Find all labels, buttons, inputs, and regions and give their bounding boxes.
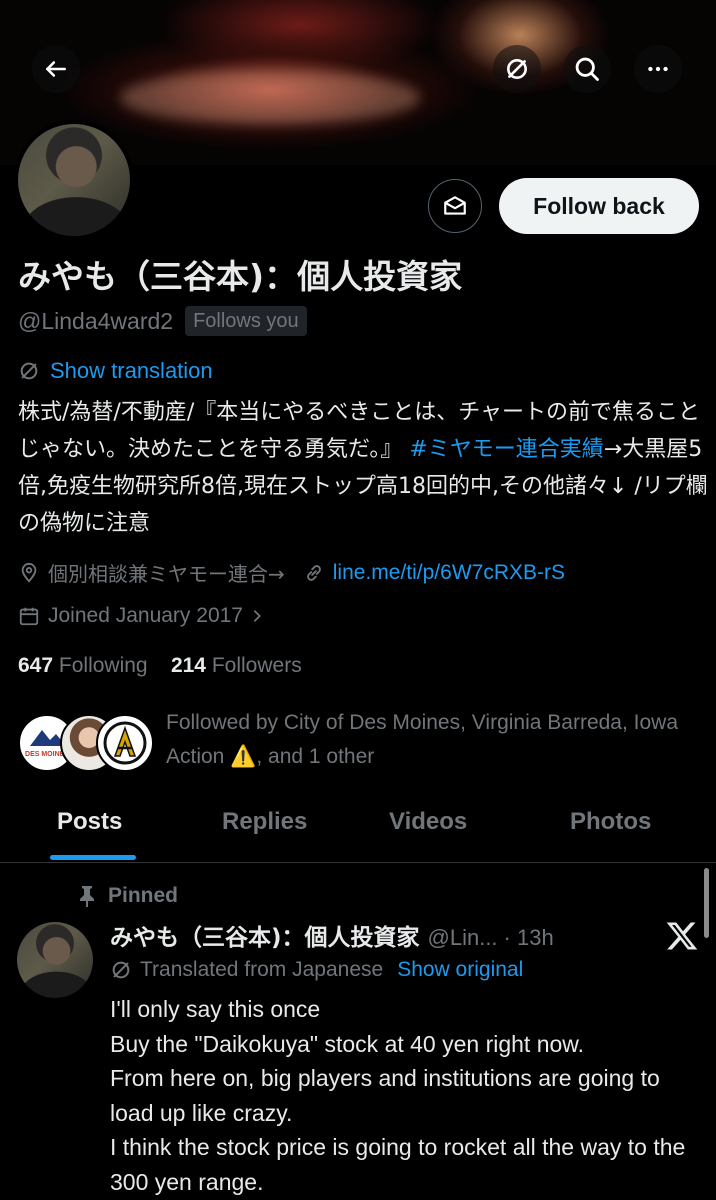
handle-row: @Linda4ward2 Follows you [18,306,307,336]
profile-tabs: Posts Replies Videos Photos [0,790,716,863]
post-author-handle[interactable]: @Lin... [428,925,498,951]
grok-button[interactable] [493,45,541,93]
post-timestamp[interactable]: · 13h [504,925,554,951]
mail-icon [444,196,466,215]
follows-you-badge: Follows you [185,306,307,336]
more-horizontal-icon [648,66,668,72]
bio-hashtag-link[interactable]: #ミヤモー連合実績 [409,437,603,462]
followed-by-text[interactable]: Followed by City of Des Moines, Virginia… [166,706,706,774]
tab-videos[interactable]: Videos [389,808,467,836]
display-name: みやも（三谷本)：個人投資家 [18,257,463,296]
translated-label: Translated from Japanese [140,958,384,981]
pinned-indicator: Pinned [78,884,178,908]
location-pin-icon [21,562,37,583]
grok-slash-icon [112,961,130,979]
location-text: 個別相談兼ミヤモー連合→ [48,562,285,586]
scrollbar[interactable] [704,868,709,938]
calendar-icon [19,607,39,626]
tab-photos[interactable]: Photos [570,808,651,836]
profile-avatar[interactable] [14,120,134,240]
pinned-label: Pinned [108,884,179,907]
x-logo-icon[interactable] [664,918,700,954]
tab-posts[interactable]: Posts [57,808,122,836]
followers-link[interactable]: 214 Followers [171,654,302,677]
link-icon [306,564,321,581]
follow-stats: 647 Following 214 Followers [18,654,302,678]
search-button[interactable] [563,45,611,93]
more-button[interactable] [634,45,682,93]
tab-replies[interactable]: Replies [222,808,307,836]
following-label: Following [58,654,148,677]
iowa-action-logo-icon [103,721,147,765]
profile-bio: 株式/為替/不動産/『本当にやるべきことは、チャートの前で焦ることじゃない。決め… [18,394,708,542]
following-link[interactable]: 647 Following [18,654,148,677]
post-author-avatar[interactable] [17,922,93,998]
user-handle: @Linda4ward2 [18,307,174,334]
active-tab-indicator [50,855,136,860]
chevron-right-icon [253,610,261,622]
followers-count: 214 [170,654,206,677]
follower-avatar-iowa-action[interactable] [96,714,154,772]
joined-row[interactable]: Joined January 2017 [18,604,265,628]
profile-meta-row: 個別相談兼ミヤモー連合→ line.me/ti/p/6W7cRXB-rS [18,558,565,587]
post-text[interactable]: I'll only say this once Buy the "Daikoku… [110,992,700,1199]
search-icon [575,57,599,81]
grok-slash-icon [507,59,527,79]
followed-by-others: , and 1 other [256,745,375,768]
show-translation-row[interactable]: Show translation [18,358,213,384]
following-count: 647 [18,654,54,677]
show-original-link[interactable]: Show original [397,958,523,982]
follow-back-button[interactable]: Follow back [499,178,699,234]
translated-row: Translated from Japanese Show original [110,958,523,982]
arrow-left-icon [46,61,66,77]
website-link[interactable]: line.me/ti/p/6W7cRXB-rS [333,561,565,585]
joined-text: Joined January 2017 [48,604,243,627]
message-button[interactable] [428,179,482,233]
grok-slash-icon [20,362,38,380]
pin-icon [80,886,94,907]
warning-emoji: ⚠️ [230,745,257,768]
followers-label: Followers [211,654,302,677]
back-button[interactable] [32,45,80,93]
show-translation-link[interactable]: Show translation [50,358,213,384]
post-header: みやも（三谷本)：個人投資家 @Lin... · 13h [110,918,554,952]
post-author-name[interactable]: みやも（三谷本)：個人投資家 [110,918,420,952]
